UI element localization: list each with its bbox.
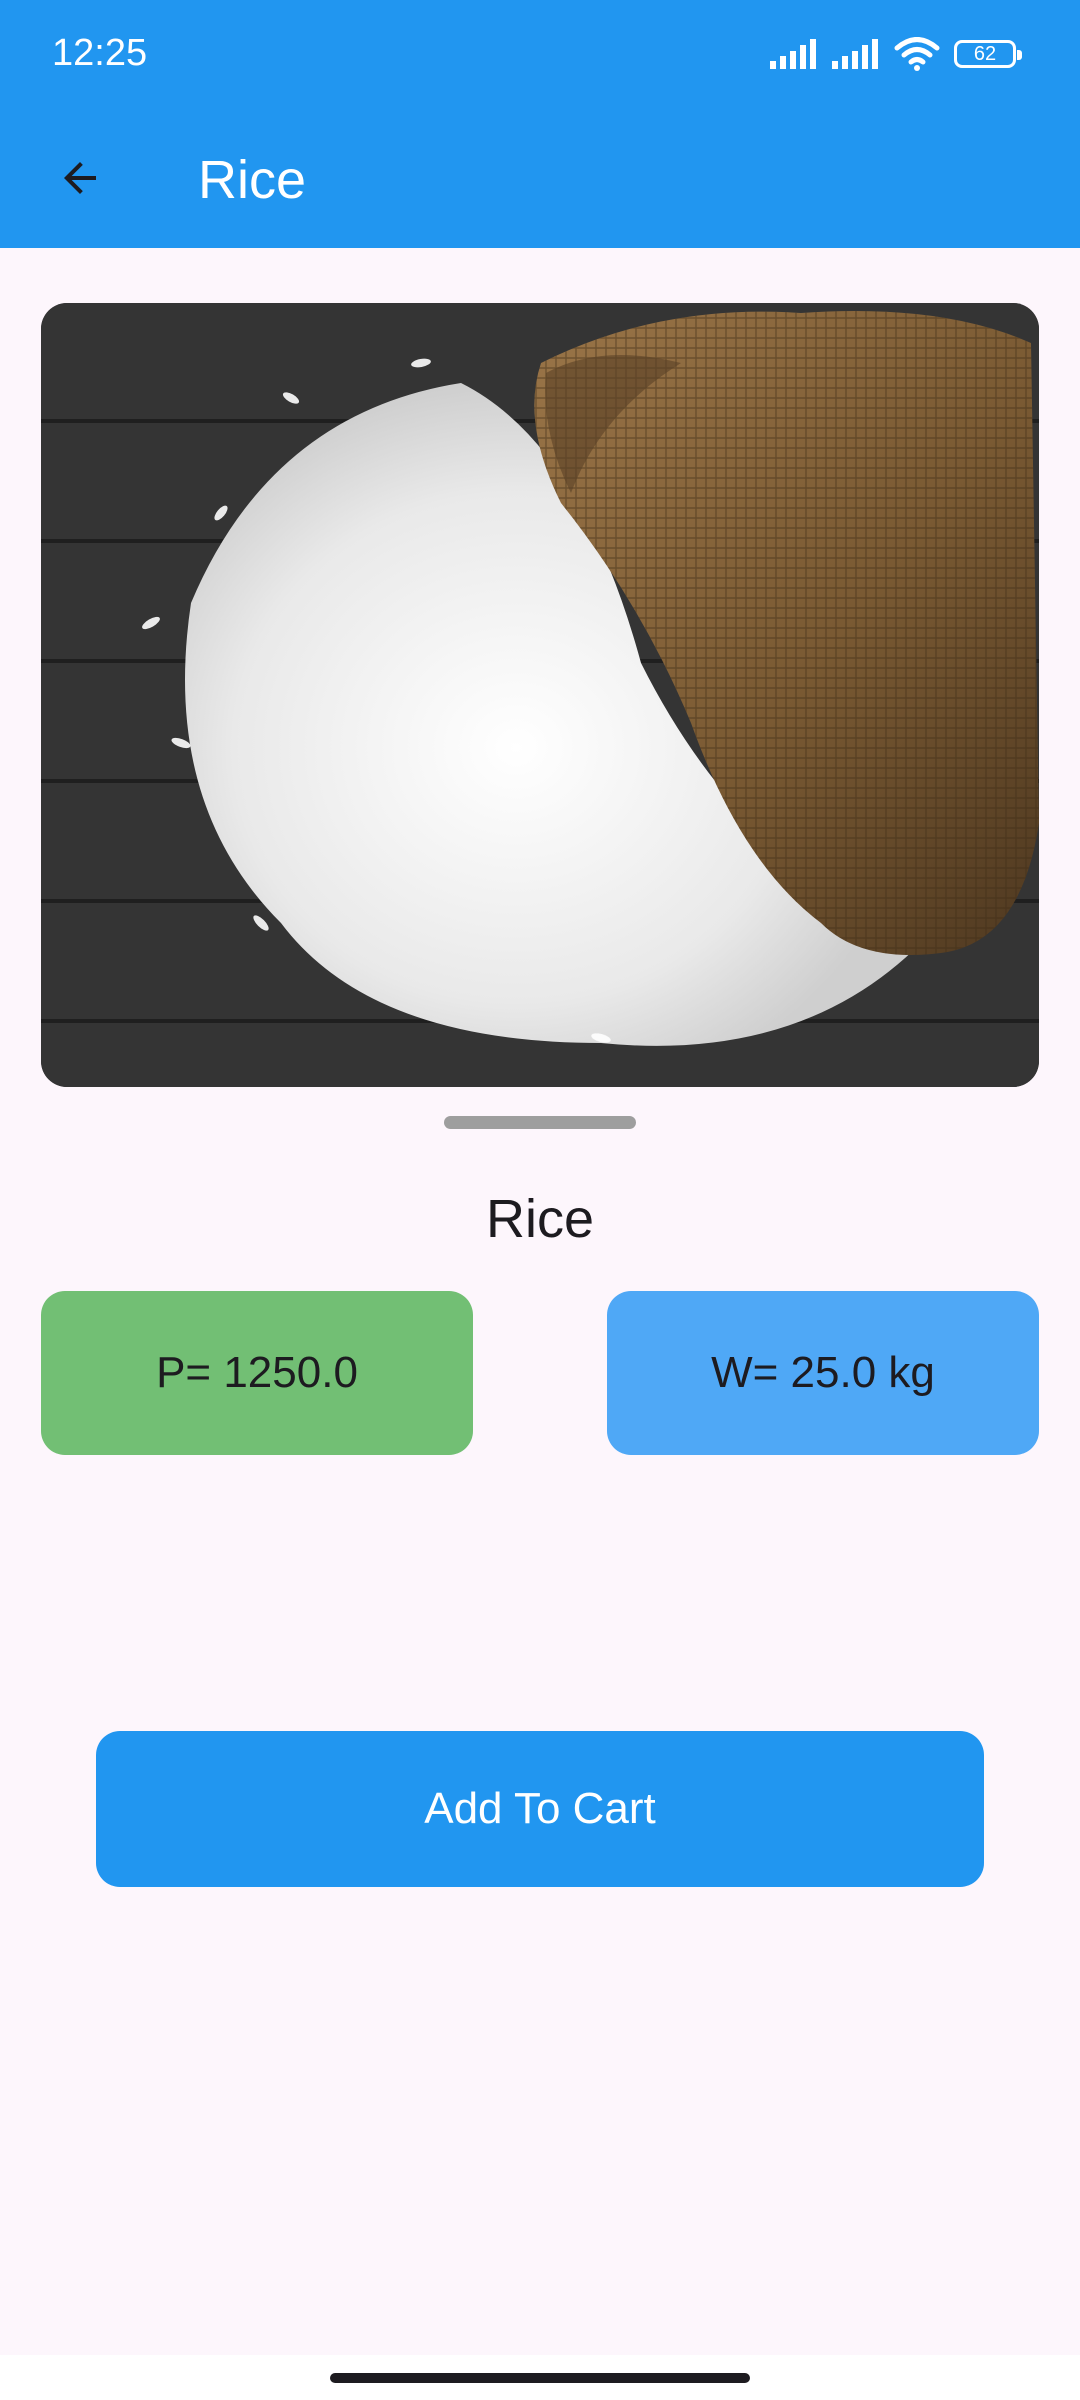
status-bar: 12:25 62 (0, 0, 1080, 110)
signal-icon-2 (832, 39, 878, 69)
price-label: P= 1250.0 (156, 1348, 358, 1397)
signal-icon (770, 39, 816, 69)
status-icons: 62 (770, 34, 1022, 74)
price-chip: P= 1250.0 (41, 1291, 473, 1455)
add-to-cart-button[interactable]: Add To Cart (96, 1731, 984, 1887)
product-name: Rice (485, 1189, 595, 1249)
image-pager-indicator[interactable] (444, 1116, 636, 1129)
battery-level: 62 (973, 42, 997, 65)
weight-chip: W= 25.0 kg (607, 1291, 1039, 1455)
home-indicator[interactable] (330, 2373, 750, 2383)
product-image[interactable] (41, 303, 1039, 1087)
app-bar: Rice (0, 110, 1080, 248)
weight-label: W= 25.0 kg (711, 1348, 935, 1397)
arrow-back-icon (64, 162, 96, 194)
wifi-icon (894, 37, 940, 71)
back-button[interactable] (40, 138, 120, 218)
page-title: Rice (198, 150, 307, 210)
rice-sack-photo (41, 303, 1039, 1087)
status-time: 12:25 (52, 32, 148, 74)
add-to-cart-label: Add To Cart (424, 1784, 656, 1833)
battery-icon: 62 (954, 40, 1022, 68)
